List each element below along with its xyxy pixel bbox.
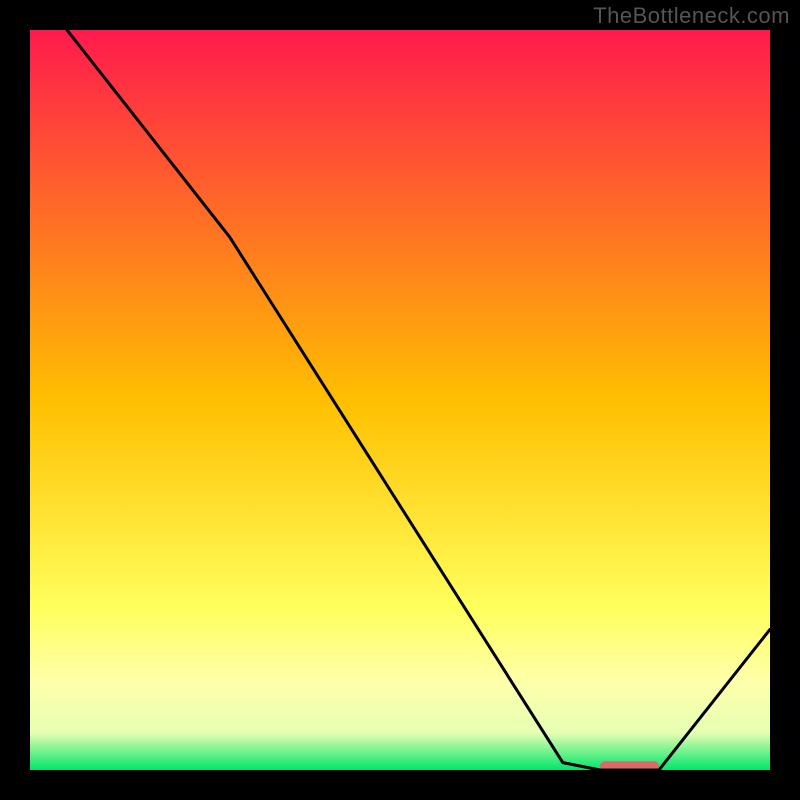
chart-container: TheBottleneck.com bbox=[0, 0, 800, 800]
watermark-text: TheBottleneck.com bbox=[593, 3, 790, 29]
plot-area bbox=[30, 30, 770, 770]
chart-svg bbox=[30, 30, 770, 770]
gradient-background bbox=[30, 30, 770, 770]
